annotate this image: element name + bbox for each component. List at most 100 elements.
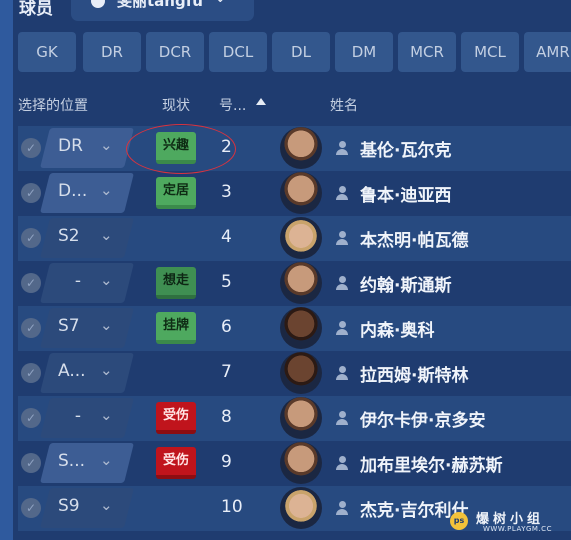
table-row[interactable]: ✓ S... ⌄ 受伤 9 加布里埃尔·赫苏斯	[18, 441, 571, 486]
person-icon	[335, 501, 349, 515]
player-photo	[280, 487, 322, 529]
squad-number: 7	[221, 362, 232, 382]
player-name[interactable]: 鲁本·迪亚西	[360, 181, 451, 206]
player-photo	[280, 352, 322, 394]
position-filter-dr[interactable]: DR	[83, 32, 141, 72]
checkmark-icon[interactable]: ✓	[21, 318, 41, 338]
position-value: S7	[58, 316, 80, 336]
table-row[interactable]: ✓ - ⌄ 受伤 8 伊尔卡伊·京多安	[18, 396, 571, 441]
checkmark-icon[interactable]: ✓	[21, 228, 41, 248]
checkmark-icon[interactable]: ✓	[21, 273, 41, 293]
position-value: DR	[58, 136, 83, 156]
checkmark-icon[interactable]: ✓	[21, 453, 41, 473]
status-badge: 想走	[156, 267, 196, 299]
position-filter-dl[interactable]: DL	[272, 32, 330, 72]
player-select-dropdown[interactable]: 斐丽tangfu ⌄	[71, 0, 254, 21]
position-filter-dcr[interactable]: DCR	[146, 32, 204, 72]
left-rail	[0, 0, 13, 540]
player-photo	[280, 172, 322, 214]
position-filter-mcr[interactable]: MCR	[398, 32, 456, 72]
chevron-down-icon: ⌄	[100, 451, 113, 469]
checkmark-icon[interactable]: ✓	[21, 138, 41, 158]
position-value: S...	[58, 451, 86, 471]
player-name[interactable]: 约翰·斯通斯	[360, 271, 451, 296]
chevron-down-icon: ⌄	[100, 316, 113, 334]
position-value: -	[74, 271, 82, 291]
position-filter-bar: GK DR DCR DCL DL DM MCR MCL AMR	[18, 32, 571, 72]
squad-number: 10	[221, 497, 243, 517]
column-header-status[interactable]: 现状	[162, 95, 190, 115]
chevron-down-icon: ⌄	[100, 226, 113, 244]
player-name[interactable]: 本杰明·帕瓦德	[360, 226, 468, 251]
chevron-down-icon: ⌄	[100, 271, 113, 289]
watermark: ps 爆树小组 WWW.PLAYGM.CC	[450, 508, 571, 540]
position-filter-dcl[interactable]: DCL	[209, 32, 267, 72]
player-photo	[280, 127, 322, 169]
checkmark-icon[interactable]: ✓	[21, 408, 41, 428]
chevron-down-icon: ⌄	[100, 181, 113, 199]
squad-number: 5	[221, 272, 232, 292]
player-name[interactable]: 伊尔卡伊·京多安	[360, 406, 485, 431]
person-icon	[335, 456, 349, 470]
checkmark-icon[interactable]: ✓	[21, 183, 41, 203]
person-icon	[335, 366, 349, 380]
person-icon	[335, 276, 349, 290]
highlight-annotation	[126, 124, 236, 174]
position-value: D...	[58, 181, 88, 201]
person-icon	[335, 231, 349, 245]
squad-number: 6	[221, 317, 232, 337]
position-value: S9	[58, 496, 80, 516]
watermark-url: WWW.PLAYGM.CC	[483, 525, 552, 533]
player-name[interactable]: 加布里埃尔·赫苏斯	[360, 451, 502, 476]
position-filter-amr[interactable]: AMR	[524, 32, 571, 72]
position-filter-mcl[interactable]: MCL	[461, 32, 519, 72]
position-value: -	[74, 406, 82, 426]
player-name[interactable]: 基伦·瓦尔克	[360, 136, 451, 161]
player-photo	[280, 442, 322, 484]
player-photo	[280, 217, 322, 259]
status-badge: 受伤	[156, 402, 196, 434]
chevron-down-icon: ⌄	[100, 361, 113, 379]
status-badge: 受伤	[156, 447, 196, 479]
squad-number: 3	[221, 182, 232, 202]
checkmark-icon[interactable]: ✓	[21, 363, 41, 383]
position-filter-gk[interactable]: GK	[18, 32, 76, 72]
person-icon	[335, 321, 349, 335]
table-row[interactable]: ✓ DR ⌄ 兴趣 2 基伦·瓦尔克	[18, 126, 571, 171]
status-badge: 挂牌	[156, 312, 196, 344]
player-photo	[280, 262, 322, 304]
player-name[interactable]: 内森·奥科	[360, 316, 434, 341]
chevron-down-icon: ⌄	[100, 406, 113, 424]
squad-number: 9	[221, 452, 232, 472]
chevron-down-icon: ⌄	[100, 496, 113, 514]
player-select-value: 斐丽tangfu	[117, 0, 203, 10]
squad-number: 4	[221, 227, 232, 247]
position-filter-dm[interactable]: DM	[335, 32, 393, 72]
player-name[interactable]: 拉西姆·斯特林	[360, 361, 468, 386]
table-row[interactable]: ✓ D... ⌄ 定居 3 鲁本·迪亚西	[18, 171, 571, 216]
column-header-name[interactable]: 姓名	[330, 95, 358, 115]
chevron-down-icon: ⌄	[214, 0, 227, 6]
checkmark-icon[interactable]: ✓	[21, 498, 41, 518]
person-icon	[335, 186, 349, 200]
table-row[interactable]: ✓ A... ⌄ 7 拉西姆·斯特林	[18, 351, 571, 396]
sort-ascending-icon	[256, 98, 266, 105]
person-icon	[335, 411, 349, 425]
chevron-down-icon: ⌄	[100, 136, 113, 154]
page-title: 球员	[19, 0, 53, 19]
position-value: A...	[58, 361, 86, 381]
person-icon	[335, 141, 349, 155]
status-badge: 定居	[156, 177, 196, 209]
player-photo	[280, 397, 322, 439]
squad-number: 8	[221, 407, 232, 427]
header: 球员 斐丽tangfu ⌄	[17, 0, 557, 22]
column-header-position[interactable]: 选择的位置	[18, 95, 88, 115]
column-header-number[interactable]: 号...	[219, 95, 246, 115]
player-photo	[280, 307, 322, 349]
table-row[interactable]: ✓ S2 ⌄ 4 本杰明·帕瓦德	[18, 216, 571, 261]
table-row[interactable]: ✓ S7 ⌄ 挂牌 6 内森·奥科	[18, 306, 571, 351]
position-value: S2	[58, 226, 80, 246]
club-icon	[91, 0, 105, 8]
table-row[interactable]: ✓ - ⌄ 想走 5 约翰·斯通斯	[18, 261, 571, 306]
watermark-logo: ps	[450, 512, 468, 530]
